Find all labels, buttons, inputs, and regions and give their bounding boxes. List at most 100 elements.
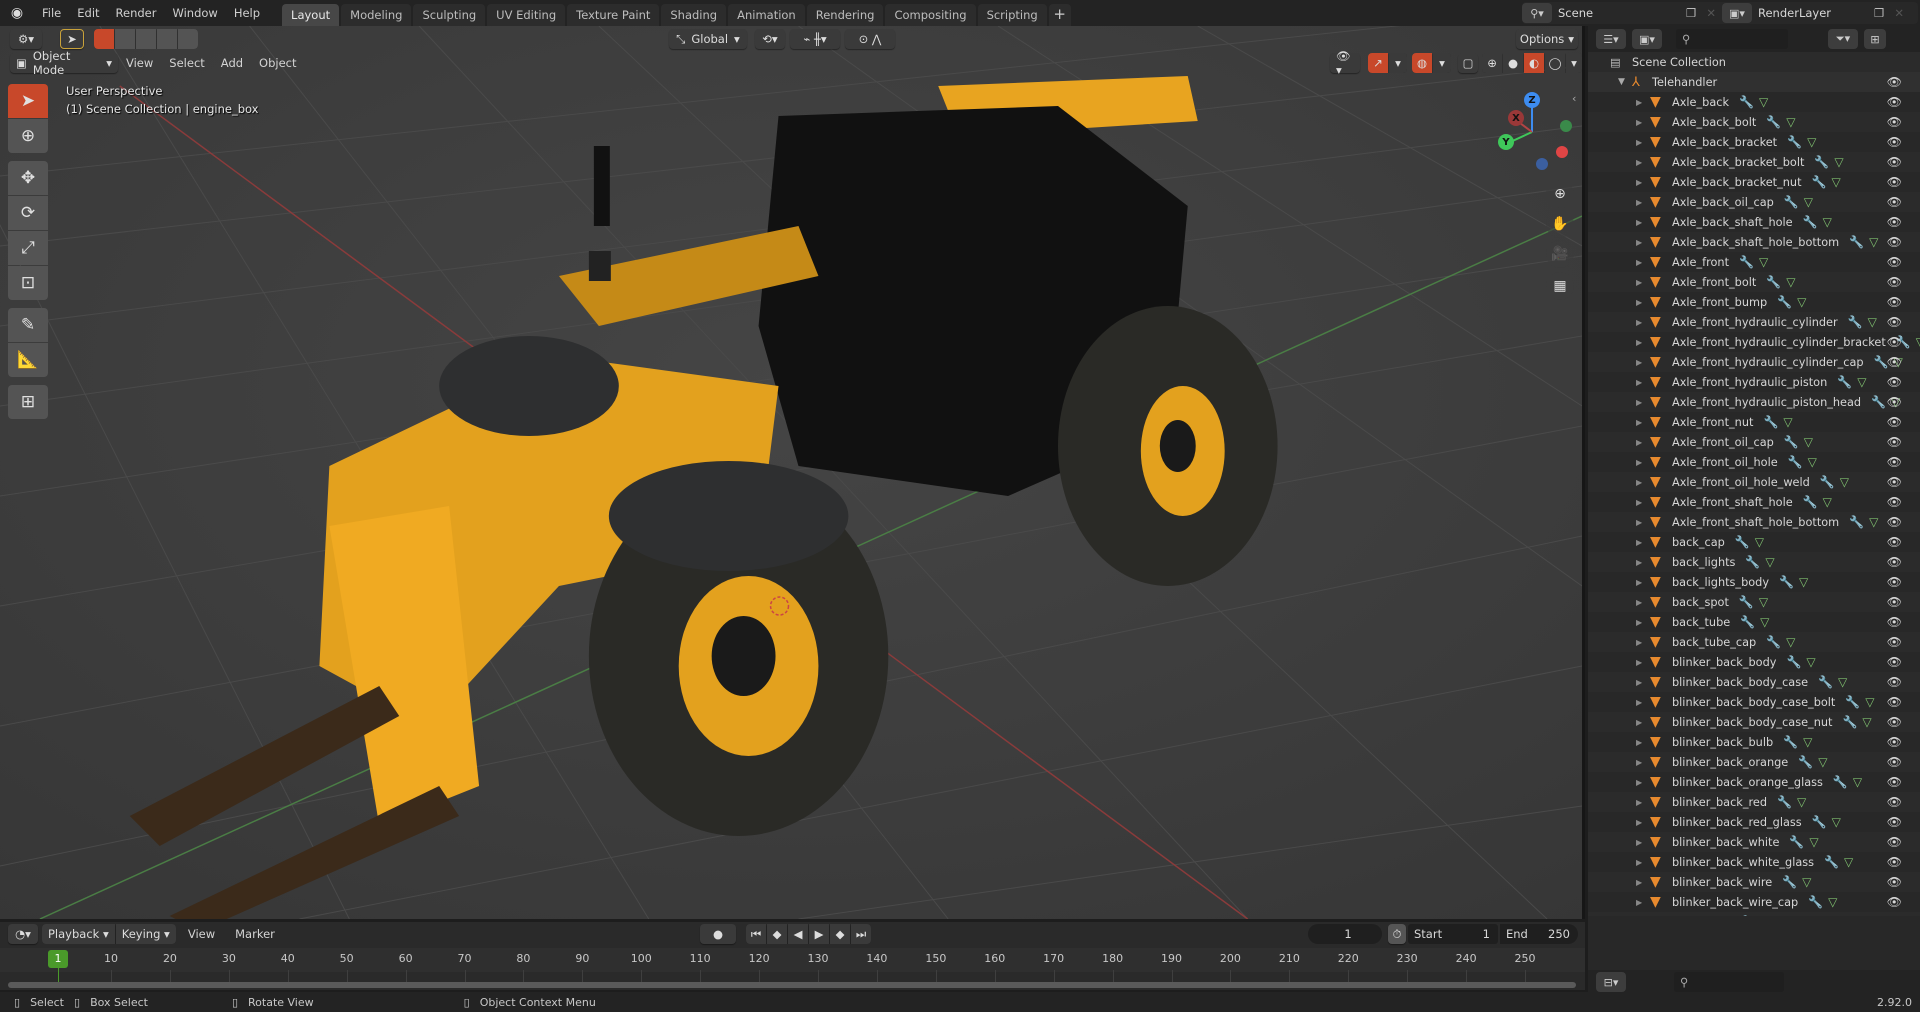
expand-arrow-icon[interactable]: ▶: [1636, 678, 1642, 687]
tab-shading[interactable]: Shading: [661, 4, 727, 26]
view-layer-name-field[interactable]: RenderLayer: [1752, 3, 1870, 23]
delete-scene-icon[interactable]: ✕: [1706, 6, 1716, 20]
eye-icon[interactable]: 👁: [1887, 575, 1902, 589]
modifier-wrench-icon[interactable]: 🔧: [1803, 215, 1818, 229]
outliner-item[interactable]: ▶ ▼ blinker_back_body 🔧 ▽ 👁: [1588, 652, 1920, 672]
eye-icon[interactable]: 👁: [1887, 815, 1902, 829]
expand-arrow-icon[interactable]: ▶: [1636, 98, 1642, 107]
mesh-data-icon[interactable]: ▽: [1831, 175, 1840, 189]
eye-icon[interactable]: 👁: [1887, 175, 1902, 189]
outliner-item-label[interactable]: back_lights: [1672, 556, 1735, 569]
prev-keyframe-icon[interactable]: ◆: [767, 924, 787, 944]
outliner-item[interactable]: ▶ ▼ Axle_front_nut 🔧 ▽ 👁: [1588, 412, 1920, 432]
expand-arrow-icon[interactable]: ▶: [1636, 558, 1642, 567]
rendered-shading-icon[interactable]: ◯: [1545, 53, 1565, 73]
xray-toggle-icon[interactable]: ▢: [1458, 53, 1478, 73]
gizmo-neg-y-axis[interactable]: [1560, 120, 1572, 132]
tab-uv-editing[interactable]: UV Editing: [487, 4, 566, 26]
eye-icon[interactable]: 👁: [1887, 855, 1902, 869]
blender-logo-icon[interactable]: ◉: [0, 0, 34, 26]
modifier-wrench-icon[interactable]: 🔧: [1871, 395, 1886, 409]
outliner-item-label[interactable]: Axle_back_bracket_bolt: [1672, 156, 1804, 169]
modifier-wrench-icon[interactable]: 🔧: [1784, 435, 1799, 449]
expand-arrow-icon[interactable]: ▶: [1636, 858, 1642, 867]
outliner-item[interactable]: ▶ ▼ Axle_back_oil_cap 🔧 ▽ 👁: [1588, 192, 1920, 212]
mesh-data-icon[interactable]: ▽: [1834, 155, 1843, 169]
outliner-item-label[interactable]: blinker_back_wire_cap: [1672, 896, 1798, 909]
mesh-data-icon[interactable]: ▽: [1838, 675, 1847, 689]
expand-arrow-icon[interactable]: ▶: [1636, 218, 1642, 227]
transform-tool-icon[interactable]: ⊡: [8, 266, 48, 300]
mesh-data-icon[interactable]: ▽: [1916, 335, 1920, 349]
expand-arrow-icon[interactable]: ▶: [1636, 338, 1642, 347]
tab-animation[interactable]: Animation: [728, 4, 805, 26]
modifier-wrench-icon[interactable]: 🔧: [1735, 535, 1750, 549]
outliner-item[interactable]: ▶ ▼ back_cap 🔧 ▽ 👁: [1588, 532, 1920, 552]
mesh-data-icon[interactable]: ▽: [1869, 515, 1878, 529]
modifier-wrench-icon[interactable]: 🔧: [1784, 195, 1799, 209]
play-icon[interactable]: ▶: [809, 924, 829, 944]
tab-rendering[interactable]: Rendering: [806, 4, 884, 26]
outliner-item-label[interactable]: Axle_front_bolt: [1672, 276, 1756, 289]
camera-view-icon[interactable]: 🎥: [1546, 240, 1574, 268]
modifier-wrench-icon[interactable]: 🔧: [1798, 755, 1813, 769]
tab-scripting[interactable]: Scripting: [977, 4, 1047, 26]
modifier-wrench-icon[interactable]: 🔧: [1766, 115, 1781, 129]
modifier-wrench-icon[interactable]: 🔧: [1849, 515, 1864, 529]
eye-icon[interactable]: 👁: [1887, 235, 1902, 249]
gizmo-icon[interactable]: ↗: [1368, 53, 1388, 73]
mesh-data-icon[interactable]: ▽: [1868, 315, 1877, 329]
scene-selector[interactable]: ⚲▾ Scene ❐ ✕: [1522, 2, 1732, 24]
active-tool-select-icon[interactable]: ➤: [60, 29, 84, 49]
modifier-wrench-icon[interactable]: 🔧: [1818, 675, 1833, 689]
mesh-data-icon[interactable]: ▽: [1759, 255, 1768, 269]
ortho-toggle-icon[interactable]: ▦: [1546, 272, 1574, 300]
modifier-wrench-icon[interactable]: 🔧: [1787, 135, 1802, 149]
eye-icon[interactable]: 👁: [1887, 395, 1902, 409]
eye-icon[interactable]: 👁: [1887, 75, 1902, 89]
mesh-data-icon[interactable]: ▽: [1857, 375, 1866, 389]
visibility-dropdown[interactable]: 👁▾: [1330, 49, 1360, 77]
outliner-item-label[interactable]: Axle_front_nut: [1672, 416, 1753, 429]
outliner-item-label[interactable]: Axle_back_oil_cap: [1672, 196, 1774, 209]
mesh-data-icon[interactable]: ▽: [1804, 195, 1813, 209]
eye-icon[interactable]: 👁: [1887, 155, 1902, 169]
expand-arrow-icon[interactable]: ▶: [1636, 758, 1642, 767]
scene-name-field[interactable]: Scene: [1552, 3, 1682, 23]
outliner-item-label[interactable]: boom_001: [1672, 916, 1731, 917]
start-frame-field[interactable]: Start 1: [1408, 924, 1498, 944]
view-layer-selector[interactable]: ▣▾ RenderLayer ❐ ✕: [1722, 2, 1918, 24]
outliner-item[interactable]: ▶ ▼ Axle_back_bracket_nut 🔧 ▽ 👁: [1588, 172, 1920, 192]
eye-icon[interactable]: 👁: [1887, 535, 1902, 549]
new-collection-icon[interactable]: ⊞: [1864, 29, 1886, 49]
mode-dropdown[interactable]: ▣ Object Mode ▾: [10, 49, 118, 77]
menu-view[interactable]: View: [118, 56, 161, 70]
outliner-item[interactable]: ▶ ▼ Axle_front_oil_hole 🔧 ▽ 👁: [1588, 452, 1920, 472]
outliner-item-label[interactable]: Axle_front_bump: [1672, 296, 1767, 309]
eye-icon[interactable]: 👁: [1887, 875, 1902, 889]
eye-icon[interactable]: 👁: [1887, 655, 1902, 669]
mesh-data-icon[interactable]: ▽: [1755, 535, 1764, 549]
filter-toggle-icon[interactable]: ⊟▾: [1596, 972, 1626, 992]
menu-select[interactable]: Select: [161, 56, 212, 70]
outliner-item[interactable]: ▶ ▼ Axle_back_bracket 🔧 ▽ 👁: [1588, 132, 1920, 152]
expand-arrow-icon[interactable]: ▶: [1636, 378, 1642, 387]
outliner-item[interactable]: ▶ ▼ Axle_front_oil_cap 🔧 ▽ 👁: [1588, 432, 1920, 452]
expand-arrow-icon[interactable]: ▶: [1636, 838, 1642, 847]
expand-arrow-icon[interactable]: ▶: [1636, 538, 1642, 547]
eye-icon[interactable]: 👁: [1887, 255, 1902, 269]
modifier-wrench-icon[interactable]: 🔧: [1837, 375, 1852, 389]
modifier-wrench-icon[interactable]: 🔧: [1808, 895, 1823, 909]
expand-arrow-icon[interactable]: ▶: [1636, 358, 1642, 367]
outliner-item[interactable]: ▶ ▼ Axle_front_oil_hole_weld 🔧 ▽ 👁: [1588, 472, 1920, 492]
select-intersect-icon[interactable]: [178, 29, 198, 49]
mesh-data-icon[interactable]: ▽: [1765, 555, 1774, 569]
outliner-item[interactable]: ▶ ▼ blinker_back_body_case_nut 🔧 ▽ 👁: [1588, 712, 1920, 732]
outliner-item-label[interactable]: blinker_back_red: [1672, 796, 1767, 809]
modifier-wrench-icon[interactable]: 🔧: [1777, 795, 1792, 809]
outliner-item-label[interactable]: Axle_back_bracket: [1672, 136, 1777, 149]
mesh-data-icon[interactable]: ▽: [1840, 475, 1849, 489]
mesh-data-icon[interactable]: ▽: [1797, 295, 1806, 309]
outliner-item-label[interactable]: Axle_front_shaft_hole_bottom: [1672, 516, 1839, 529]
menu-window[interactable]: Window: [164, 0, 225, 26]
